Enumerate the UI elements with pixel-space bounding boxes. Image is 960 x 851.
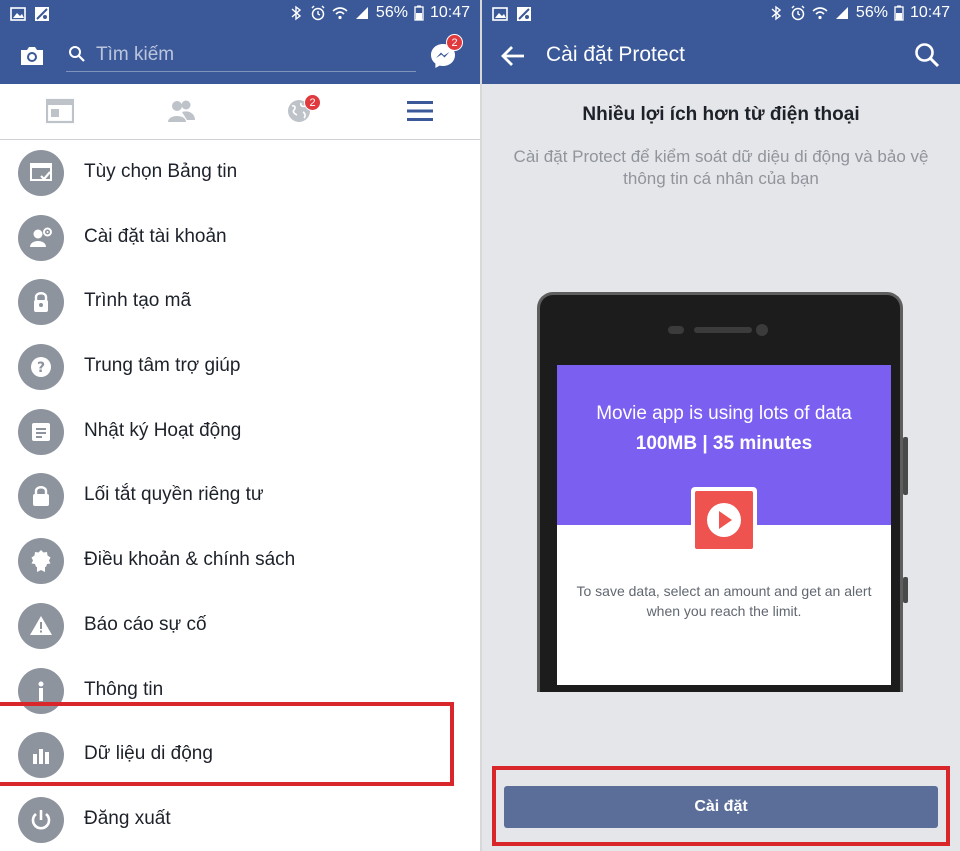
menu-item-privacy-shortcuts[interactable]: Lối tắt quyền riêng tư [0, 464, 480, 529]
battery-icon [894, 5, 904, 21]
phone-speaker [694, 327, 752, 333]
menu-item-report-problem[interactable]: Báo cáo sự cố [0, 594, 480, 659]
highlight-box-install [492, 766, 950, 846]
menu-item-help-center[interactable]: ? Trung tâm trợ giúp [0, 335, 480, 400]
menu-item-terms-policies[interactable]: Điều khoản & chính sách [0, 529, 480, 594]
alert-description: To save data, select an amount and get a… [576, 583, 872, 619]
wifi-icon [812, 7, 828, 20]
menu-item-label: Lối tắt quyền riêng tư [84, 484, 264, 506]
search-input[interactable]: Tìm kiếm [66, 38, 416, 72]
battery-icon [414, 5, 424, 21]
alert-usage: 100MB | 35 minutes [635, 433, 813, 454]
menu-item-label: Điều khoản & chính sách [84, 549, 296, 571]
menu-item-label: Báo cáo sự cố [84, 613, 207, 635]
phone-side-button [903, 577, 908, 603]
menu-item-label: Cài đặt tài khoản [84, 225, 227, 247]
notifications-badge: 2 [304, 94, 321, 111]
signal-icon [355, 7, 368, 19]
lock-icon [34, 292, 48, 313]
menu-item-account-settings[interactable]: Cài đặt tài khoản [0, 206, 480, 271]
maps-icon [35, 7, 49, 21]
promo-heading: Nhiều lợi ích hơn từ điện thoại [582, 104, 860, 125]
alarm-icon [791, 5, 805, 21]
menu-item-label: Tùy chọn Bảng tin [84, 161, 238, 182]
tab-menu[interactable] [360, 84, 480, 140]
status-bar: 56% 10:47 [0, 0, 480, 28]
tab-bar: 2 [0, 84, 480, 140]
menu-item-feed-preferences[interactable]: Tùy chọn Bảng tin [0, 141, 480, 206]
wifi-icon [332, 7, 348, 20]
tab-news-feed[interactable] [0, 84, 120, 140]
gallery-icon [10, 7, 26, 21]
search-appbar: Tìm kiếm 2 [0, 28, 480, 84]
feed-icon [46, 98, 74, 124]
phone-screen: Movie app is using lots of data 100MB | … [557, 365, 891, 685]
bluetooth-icon [291, 5, 302, 21]
clock: 10:47 [429, 4, 470, 21]
menu-item-label: Thông tin [84, 678, 164, 700]
menu-item-label: Trình tạo mã [84, 290, 192, 312]
maps-icon [517, 7, 531, 21]
gallery-icon [492, 7, 508, 21]
menu-item-label: Nhật ký Hoạt động [84, 419, 242, 441]
back-arrow-icon[interactable] [500, 44, 526, 68]
video-thumbnail [691, 487, 757, 553]
search-icon [69, 46, 85, 62]
battery-percent: 56% [375, 4, 408, 21]
privacy-lock-icon [33, 486, 49, 507]
right-screen: 56% 10:47 Cài đặt Protect Nhiều lợi ích … [482, 0, 960, 851]
phone-illustration: Movie app is using lots of data 100MB | … [537, 292, 908, 692]
svg-text:?: ? [37, 360, 45, 376]
tab-notifications[interactable]: 2 [240, 84, 360, 140]
messenger-badge: 2 [446, 34, 463, 51]
warning-icon [30, 615, 52, 635]
search-placeholder: Tìm kiếm [96, 44, 175, 65]
menu-item-code-generator[interactable]: Trình tạo mã [0, 270, 480, 335]
clock: 10:47 [909, 4, 950, 21]
phone-side-button [903, 437, 908, 495]
highlight-box-mobile-data [0, 702, 454, 786]
play-icon [707, 503, 741, 537]
page-title: Cài đặt Protect [546, 43, 685, 66]
signal-icon [835, 7, 848, 19]
menu-icon [407, 101, 433, 121]
phone-camera-dot [756, 324, 768, 336]
friends-icon [168, 100, 195, 122]
alert-title: Movie app is using lots of data [596, 403, 852, 424]
feed-preferences-icon [30, 163, 52, 181]
bluetooth-icon [771, 5, 782, 21]
power-icon [31, 809, 51, 830]
badge-icon [31, 550, 51, 573]
menu-item-log-out[interactable]: Đăng xuất [0, 788, 480, 851]
activity-log-icon [32, 422, 50, 441]
status-bar: 56% 10:47 [482, 0, 960, 28]
promo-subtext: Cài đặt Protect để kiểm soát dữ diệu di … [513, 147, 929, 188]
menu-item-label: Đăng xuất [84, 807, 171, 829]
menu-item-label: Trung tâm trợ giúp [84, 355, 241, 377]
messenger-button[interactable]: 2 [428, 34, 463, 70]
camera-icon[interactable] [18, 42, 46, 70]
tab-friends[interactable] [120, 84, 240, 140]
battery-percent: 56% [855, 4, 888, 21]
info-icon [38, 681, 44, 701]
menu-item-activity-log[interactable]: Nhật ký Hoạt động [0, 400, 480, 465]
help-icon: ? [31, 357, 51, 378]
protect-appbar: Cài đặt Protect [482, 28, 960, 84]
alarm-icon [311, 5, 325, 21]
phone-sensor [668, 326, 684, 334]
left-screen: 56% 10:47 Tìm kiếm 2 2 Tùy chọn Bảng tin… [0, 0, 480, 851]
search-icon[interactable] [914, 42, 940, 68]
account-settings-icon [30, 227, 52, 247]
